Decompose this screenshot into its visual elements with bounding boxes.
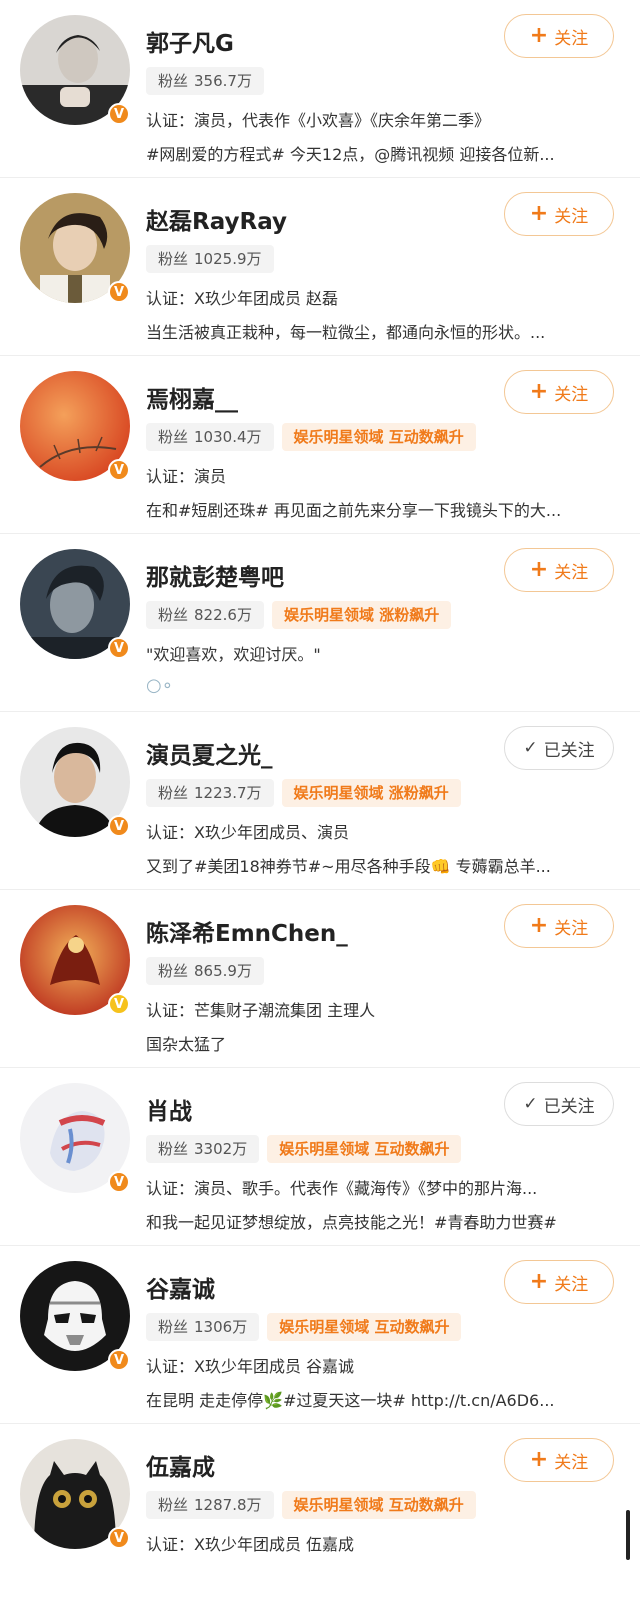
fans-count: 粉丝 865.9万 bbox=[146, 957, 264, 985]
avatar[interactable]: V bbox=[20, 727, 130, 837]
trend-tag: 娱乐明星领域 涨粉飙升 bbox=[281, 779, 461, 807]
follow-button[interactable]: + 关注 bbox=[504, 548, 614, 592]
following-button[interactable]: ✓ 已关注 bbox=[504, 1082, 614, 1126]
bio-text: 国杂太猛了 bbox=[146, 1035, 227, 1054]
user-name[interactable]: 谷嘉诚 bbox=[146, 1270, 215, 1304]
check-icon: ✓ bbox=[523, 737, 538, 758]
tag-row: 粉丝 356.7万 bbox=[146, 67, 264, 95]
plus-icon: + bbox=[529, 557, 549, 582]
user-name[interactable]: 演员夏之光_ bbox=[146, 736, 273, 770]
tag-row: 粉丝 1287.8万 娱乐明星领域 互动数飙升 bbox=[146, 1491, 476, 1519]
verified-badge-icon: V bbox=[108, 637, 130, 659]
bio-text: ○∘ bbox=[146, 675, 173, 696]
fans-count: 粉丝 1306万 bbox=[146, 1313, 260, 1341]
bubble-icon: ○∘ bbox=[146, 675, 173, 696]
user-name[interactable]: 陈泽希EmnChen_ bbox=[146, 914, 348, 948]
list-item[interactable]: V 陈泽希EmnChen_ 粉丝 865.9万 认证：芒集财子潮流集团 主理人 国… bbox=[0, 890, 640, 1068]
follow-button[interactable]: + 关注 bbox=[504, 370, 614, 414]
follow-button[interactable]: + 关注 bbox=[504, 14, 614, 58]
verification-text: 认证：芒集财子潮流集团 主理人 bbox=[146, 1001, 376, 1020]
verified-badge-icon: V bbox=[108, 815, 130, 837]
avatar[interactable]: V bbox=[20, 193, 130, 303]
list-item[interactable]: V 那就彭楚粤吧 粉丝 822.6万 娱乐明星领域 涨粉飙升 "欢迎喜欢，欢迎讨厌… bbox=[0, 534, 640, 712]
bio-text: 在和#短剧还珠# 再见面之前先来分享一下我镜头下的大... bbox=[146, 501, 562, 520]
verified-badge-icon: V bbox=[108, 459, 130, 481]
tag-row: 粉丝 822.6万 娱乐明星领域 涨粉飙升 bbox=[146, 601, 452, 629]
verified-badge-icon: V bbox=[108, 993, 130, 1015]
plus-icon: + bbox=[529, 379, 549, 404]
tag-row: 粉丝 1025.9万 bbox=[146, 245, 274, 273]
bio-text: 当生活被真正栽种，每一粒微尘，都通向永恒的形状。... bbox=[146, 323, 546, 342]
check-icon: ✓ bbox=[523, 1093, 538, 1114]
user-name[interactable]: 那就彭楚粤吧 bbox=[146, 558, 284, 592]
user-name[interactable]: 赵磊RayRay bbox=[146, 202, 287, 236]
fans-count: 粉丝 1287.8万 bbox=[146, 1491, 274, 1519]
list-item[interactable]: V 肖战 粉丝 3302万 娱乐明星领域 互动数飙升 认证：演员、歌手。代表作《藏… bbox=[0, 1068, 640, 1246]
list-item[interactable]: V 演员夏之光_ 粉丝 1223.7万 娱乐明星领域 涨粉飙升 认证：X玖少年团成… bbox=[0, 712, 640, 890]
avatar[interactable]: V bbox=[20, 1439, 130, 1549]
user-list: V 郭子凡G 粉丝 356.7万 认证：演员，代表作《小欢喜》《庆余年第二季》 #… bbox=[0, 0, 640, 1602]
verification-text: 认证：X玖少年团成员 伍嘉成 bbox=[146, 1535, 355, 1554]
user-name[interactable]: 肖战 bbox=[146, 1092, 192, 1126]
list-item[interactable]: V 焉栩嘉__ 粉丝 1030.4万 娱乐明星领域 互动数飙升 认证：演员 在和#… bbox=[0, 356, 640, 534]
fans-count: 粉丝 1030.4万 bbox=[146, 423, 274, 451]
verification-text: 认证：X玖少年团成员、演员 bbox=[146, 823, 349, 842]
trend-tag: 娱乐明星领域 涨粉飙升 bbox=[271, 601, 452, 629]
verified-badge-icon: V bbox=[108, 1171, 130, 1193]
plus-icon: + bbox=[529, 201, 549, 226]
verification-text: 认证：演员，代表作《小欢喜》《庆余年第二季》 bbox=[146, 111, 491, 130]
tag-row: 粉丝 1223.7万 娱乐明星领域 涨粉飙升 bbox=[146, 779, 461, 807]
list-item[interactable]: V 郭子凡G 粉丝 356.7万 认证：演员，代表作《小欢喜》《庆余年第二季》 #… bbox=[0, 0, 640, 178]
avatar[interactable]: V bbox=[20, 15, 130, 125]
verification-text: "欢迎喜欢，欢迎讨厌。" bbox=[146, 645, 321, 664]
follow-button[interactable]: + 关注 bbox=[504, 904, 614, 948]
verification-text: 认证：X玖少年团成员 谷嘉诚 bbox=[146, 1357, 355, 1376]
plus-icon: + bbox=[529, 1447, 549, 1472]
follow-button[interactable]: + 关注 bbox=[504, 1260, 614, 1304]
following-button[interactable]: ✓ 已关注 bbox=[504, 726, 614, 770]
verified-badge-icon: V bbox=[108, 1349, 130, 1371]
verification-text: 认证：演员 bbox=[146, 467, 227, 486]
verified-badge-icon: V bbox=[108, 103, 130, 125]
plus-icon: + bbox=[529, 1269, 549, 1294]
scrollbar[interactable] bbox=[626, 1510, 630, 1560]
tag-row: 粉丝 1030.4万 娱乐明星领域 互动数飙升 bbox=[146, 423, 476, 451]
user-name[interactable]: 伍嘉成 bbox=[146, 1448, 215, 1482]
tag-row: 粉丝 1306万 娱乐明星领域 互动数飙升 bbox=[146, 1313, 462, 1341]
follow-button[interactable]: + 关注 bbox=[504, 192, 614, 236]
verification-text: 认证：演员、歌手。代表作《藏海传》《梦中的那片海... bbox=[146, 1179, 538, 1198]
avatar[interactable]: V bbox=[20, 549, 130, 659]
follow-button[interactable]: + 关注 bbox=[504, 1438, 614, 1482]
avatar[interactable]: V bbox=[20, 1261, 130, 1371]
user-name[interactable]: 焉栩嘉__ bbox=[146, 380, 238, 414]
trend-tag: 娱乐明星领域 互动数飙升 bbox=[281, 1491, 476, 1519]
fans-count: 粉丝 822.6万 bbox=[146, 601, 264, 629]
tag-row: 粉丝 865.9万 bbox=[146, 957, 264, 985]
verified-badge-icon: V bbox=[108, 281, 130, 303]
trend-tag: 娱乐明星领域 互动数飙升 bbox=[281, 423, 476, 451]
user-name[interactable]: 郭子凡G bbox=[146, 24, 234, 58]
list-item[interactable]: V 伍嘉成 粉丝 1287.8万 娱乐明星领域 互动数飙升 认证：X玖少年团成员 … bbox=[0, 1424, 640, 1602]
fans-count: 粉丝 3302万 bbox=[146, 1135, 260, 1163]
list-item[interactable]: V 赵磊RayRay 粉丝 1025.9万 认证：X玖少年团成员 赵磊 当生活被真… bbox=[0, 178, 640, 356]
bio-text: 在昆明 走走停停🌿#过夏天这一块# http://t.cn/A6D6... bbox=[146, 1391, 555, 1410]
verified-badge-icon: V bbox=[108, 1527, 130, 1549]
trend-tag: 娱乐明星领域 互动数飙升 bbox=[267, 1313, 462, 1341]
list-item[interactable]: V 谷嘉诚 粉丝 1306万 娱乐明星领域 互动数飙升 认证：X玖少年团成员 谷嘉… bbox=[0, 1246, 640, 1424]
bio-text: #网剧爱的方程式# 今天12点，@腾讯视频 迎接各位新... bbox=[146, 145, 555, 164]
bio-text: 和我一起见证梦想绽放，点亮技能之光！#青春助力世赛# bbox=[146, 1213, 557, 1232]
plus-icon: + bbox=[529, 23, 549, 48]
avatar[interactable]: V bbox=[20, 905, 130, 1015]
trend-tag: 娱乐明星领域 互动数飙升 bbox=[267, 1135, 462, 1163]
fans-count: 粉丝 1025.9万 bbox=[146, 245, 274, 273]
fans-count: 粉丝 356.7万 bbox=[146, 67, 264, 95]
plus-icon: + bbox=[529, 913, 549, 938]
avatar[interactable]: V bbox=[20, 1083, 130, 1193]
verification-text: 认证：X玖少年团成员 赵磊 bbox=[146, 289, 339, 308]
tag-row: 粉丝 3302万 娱乐明星领域 互动数飙升 bbox=[146, 1135, 462, 1163]
fans-count: 粉丝 1223.7万 bbox=[146, 779, 274, 807]
avatar[interactable]: V bbox=[20, 371, 130, 481]
bio-text: 又到了#美团18神券节#~用尽各种手段👊 专薅霸总羊... bbox=[146, 857, 551, 876]
